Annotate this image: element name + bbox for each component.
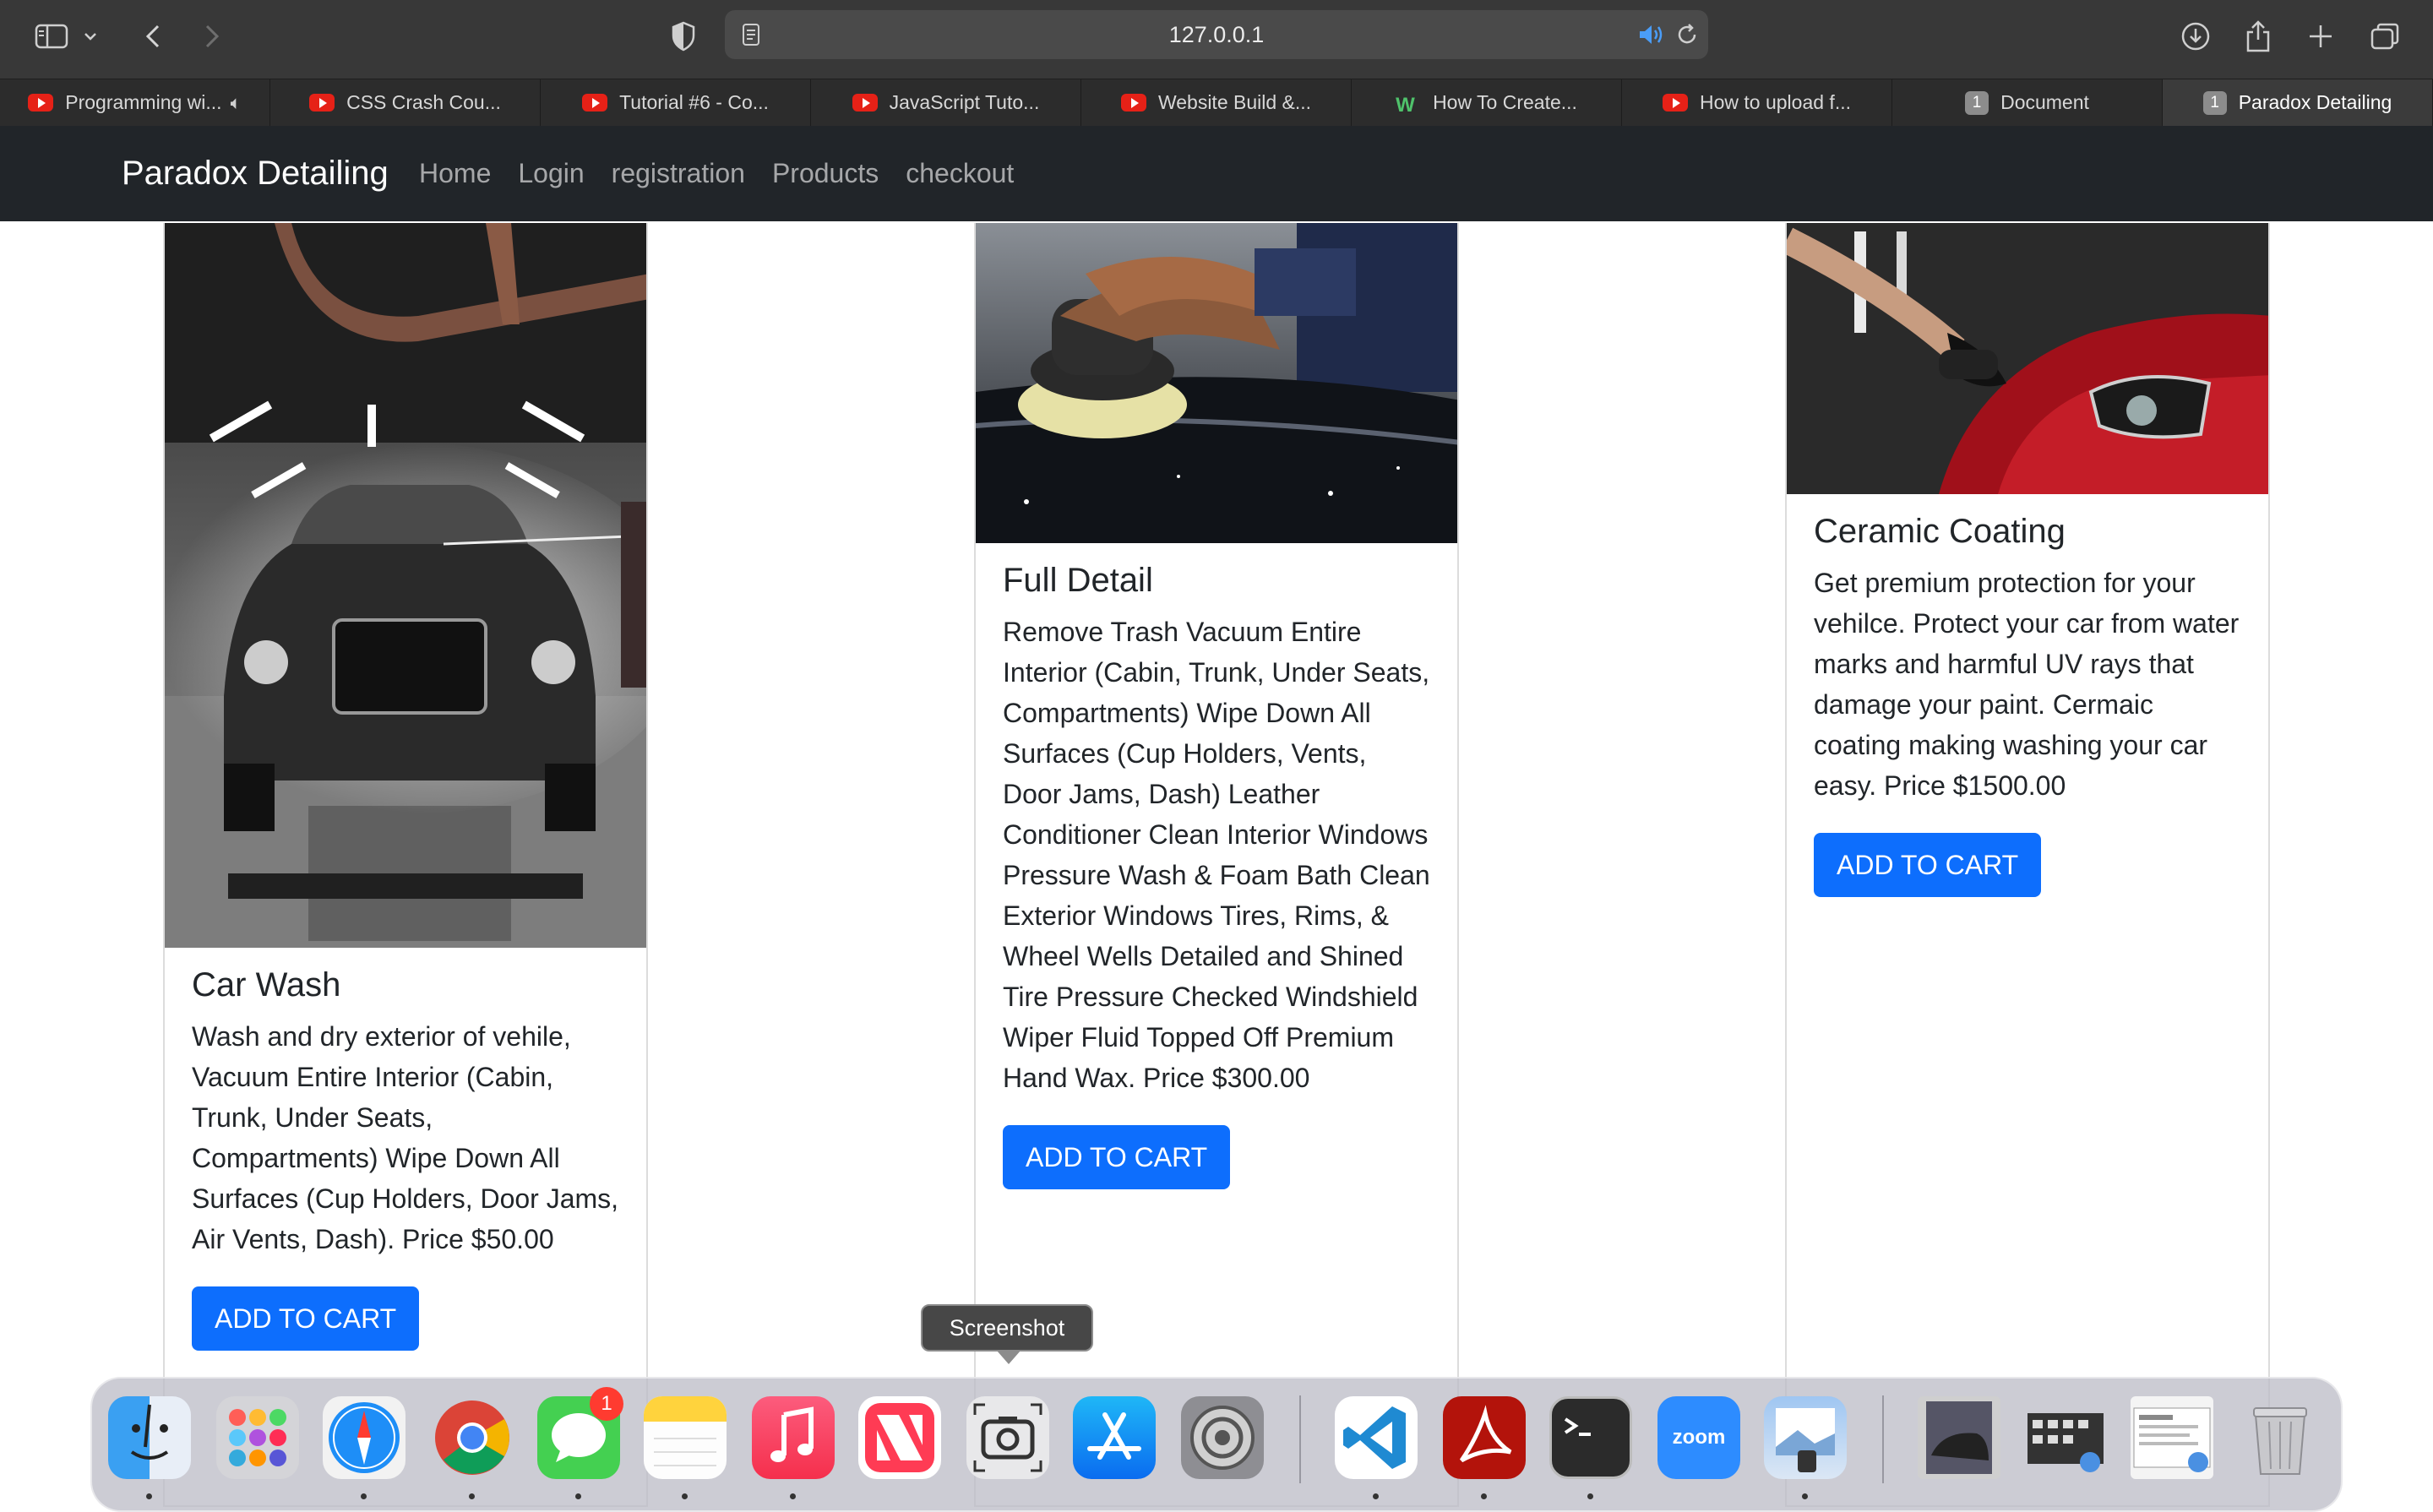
youtube-icon xyxy=(1663,94,1688,111)
youtube-icon xyxy=(582,94,608,111)
safari-icon[interactable] xyxy=(323,1396,406,1479)
terminal-icon[interactable] xyxy=(1549,1396,1632,1479)
product-card-car-wash: Car Wash Wash and dry exterior of vehile… xyxy=(163,223,648,1507)
youtube-icon xyxy=(28,94,54,111)
tab-website-build[interactable]: Website Build &... xyxy=(1081,79,1352,126)
tab-tutorial-6[interactable]: Tutorial #6 - Co... xyxy=(541,79,811,126)
dock-separator xyxy=(1299,1395,1301,1483)
car-wash-image xyxy=(165,223,646,948)
downloads-stack-icon[interactable] xyxy=(2024,1396,2107,1479)
tab-how-to-upload[interactable]: How to upload f... xyxy=(1622,79,1892,126)
dock-tooltip: Screenshot xyxy=(921,1304,1093,1364)
tab-label: Tutorial #6 - Co... xyxy=(619,91,769,113)
privacy-shield-icon[interactable] xyxy=(664,17,703,56)
system-settings-icon[interactable] xyxy=(1181,1396,1264,1479)
nav-login[interactable]: Login xyxy=(518,126,584,221)
url-text[interactable]: 127.0.0.1 xyxy=(725,10,1708,59)
tab-label: Document xyxy=(2000,91,2089,113)
product-description: Wash and dry exterior of vehile, Vacuum … xyxy=(192,1021,619,1254)
tab-label: Website Build &... xyxy=(1157,91,1312,113)
dock-separator xyxy=(1882,1395,1884,1483)
youtube-icon xyxy=(852,94,878,111)
new-tab-icon[interactable] xyxy=(2301,17,2340,56)
reload-icon[interactable] xyxy=(1674,22,1700,52)
w3-icon: W xyxy=(1396,94,1415,117)
page-favicon-icon: 1 xyxy=(2202,90,2227,115)
recent-photo-thumbnail-icon[interactable] xyxy=(1918,1396,2000,1479)
tab-label: JavaScript Tuto... xyxy=(889,91,1040,113)
tab-javascript-tutorial[interactable]: JavaScript Tuto... xyxy=(811,79,1081,126)
tab-label: How to upload f... xyxy=(1700,91,1851,113)
tab-programming[interactable]: Programming wi... 🔈︎ xyxy=(0,79,270,126)
page-favicon-icon: 1 xyxy=(1965,90,1989,115)
zoom-label: zoom xyxy=(1672,1426,1726,1449)
tab-how-to-create[interactable]: W How To Create... xyxy=(1352,79,1622,126)
tab-overview-icon[interactable] xyxy=(2365,17,2404,56)
preview-icon[interactable] xyxy=(1764,1396,1847,1479)
news-icon[interactable] xyxy=(858,1396,941,1479)
browser-toolbar: 127.0.0.1 xyxy=(0,0,2433,79)
tab-label: How To Create... xyxy=(1433,91,1577,113)
nav-products[interactable]: Products xyxy=(772,126,879,221)
tab-label: Paradox Detailing xyxy=(2238,91,2392,113)
tab-bar: Programming wi... 🔈︎ CSS Crash Cou... Tu… xyxy=(0,79,2433,126)
nav-registration[interactable]: registration xyxy=(612,126,745,221)
product-title: Ceramic Coating xyxy=(1814,513,2066,550)
trash-icon[interactable] xyxy=(2239,1396,2321,1479)
share-icon[interactable] xyxy=(2239,17,2278,56)
documents-stack-icon[interactable] xyxy=(2131,1396,2213,1479)
full-detail-image xyxy=(976,223,1457,543)
screenshot-icon[interactable] xyxy=(966,1396,1049,1479)
notes-icon[interactable] xyxy=(644,1396,727,1479)
forward-icon[interactable] xyxy=(193,17,231,56)
tab-css-crash-course[interactable]: CSS Crash Cou... xyxy=(270,79,541,126)
add-to-cart-button[interactable]: ADD TO CART xyxy=(1003,1125,1231,1189)
tab-paradox-detailing[interactable]: 1 Paradox Detailing xyxy=(2163,79,2433,126)
product-title: Full Detail xyxy=(1003,562,1153,599)
back-icon[interactable] xyxy=(133,17,172,56)
music-icon[interactable] xyxy=(752,1396,835,1479)
add-to-cart-button[interactable]: ADD TO CART xyxy=(192,1286,420,1351)
youtube-icon xyxy=(1120,94,1146,111)
product-card-ceramic-coating: Ceramic Coating Get premium protection f… xyxy=(1785,223,2270,1507)
address-bar[interactable]: 127.0.0.1 xyxy=(725,10,1708,59)
audio-playing-icon[interactable] xyxy=(1637,23,1664,51)
brand-logo[interactable]: Paradox Detailing xyxy=(122,126,389,221)
tab-document[interactable]: 1 Document xyxy=(1892,79,2163,126)
app-store-icon[interactable] xyxy=(1073,1396,1156,1479)
nav-checkout[interactable]: checkout xyxy=(906,126,1014,221)
youtube-icon xyxy=(309,94,335,111)
speaker-icon[interactable]: 🔈︎ xyxy=(231,92,242,114)
tab-label: Programming wi... xyxy=(65,91,222,113)
ceramic-coating-image xyxy=(1787,223,2268,494)
product-title: Car Wash xyxy=(192,966,341,1003)
finder-icon[interactable] xyxy=(108,1396,191,1479)
zoom-icon[interactable]: zoom xyxy=(1657,1396,1740,1479)
chrome-icon[interactable] xyxy=(431,1396,514,1479)
site-navbar: Paradox Detailing Home Login registratio… xyxy=(0,126,2433,221)
nav-links: Home Login registration Products checkou… xyxy=(419,126,1041,221)
add-to-cart-button[interactable]: ADD TO CART xyxy=(1814,833,2042,897)
downloads-icon[interactable] xyxy=(2176,17,2215,56)
nav-home[interactable]: Home xyxy=(419,126,491,221)
product-description: Get premium protection for your vehilce.… xyxy=(1814,568,2240,801)
tab-label: CSS Crash Cou... xyxy=(346,91,501,113)
product-description: Remove Trash Vacuum Entire Interior (Cab… xyxy=(1003,617,1430,1093)
messages-badge: 1 xyxy=(590,1387,623,1421)
launchpad-icon[interactable] xyxy=(216,1396,299,1479)
vscode-icon[interactable] xyxy=(1335,1396,1418,1479)
sidebar-toggle-icon[interactable] xyxy=(32,17,71,56)
chevron-down-icon[interactable] xyxy=(78,17,103,56)
acrobat-icon[interactable] xyxy=(1443,1396,1526,1479)
